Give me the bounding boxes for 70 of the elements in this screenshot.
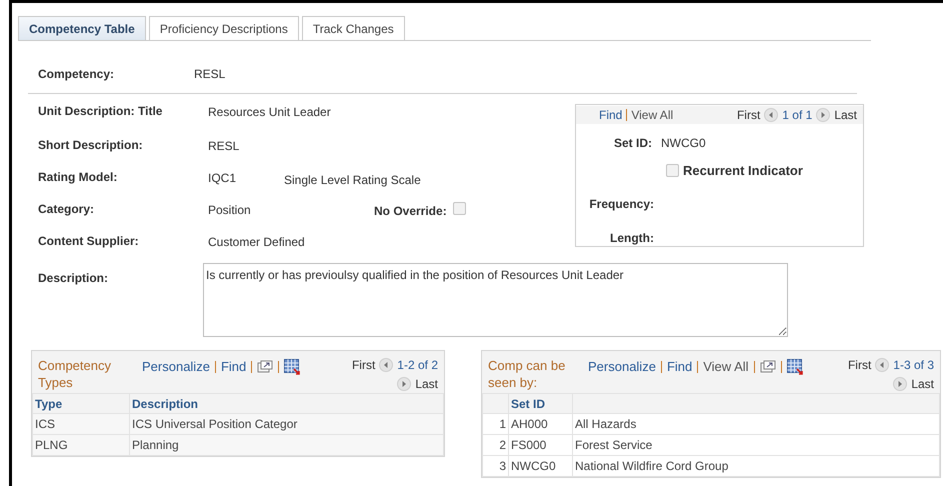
view-all-link[interactable]: View All	[631, 106, 674, 124]
field-label: Content Supplier:	[38, 234, 140, 250]
field-label: Short Description:	[38, 138, 144, 154]
find-link[interactable]: Find	[666, 357, 692, 376]
checkbox[interactable]	[452, 202, 466, 215]
personalize-link[interactable]: Personalize	[588, 357, 656, 376]
field-value: NWCG0	[661, 135, 706, 152]
table-cell: AH000	[511, 417, 548, 431]
field-value: RESL	[194, 66, 226, 83]
next-icon[interactable]	[893, 377, 908, 391]
field-label: Rating Model:	[38, 170, 118, 186]
table-cell: FS000	[511, 438, 546, 452]
tab[interactable]: Track Changes	[302, 16, 405, 40]
field-value: RESL	[208, 138, 240, 154]
tab[interactable]: Competency Table	[18, 16, 146, 40]
table-cell: All Hazards	[575, 417, 636, 431]
next-icon[interactable]	[397, 377, 412, 391]
field-label: Competency:	[38, 66, 116, 83]
field-label: Description:	[38, 270, 110, 287]
grid-title: Comp can be seen by:	[488, 357, 566, 391]
pager-count: 1-3 of 3	[893, 357, 934, 373]
previous-icon[interactable]	[764, 108, 778, 122]
field-value: Customer Defined	[208, 234, 306, 250]
table-cell: National Wildfire Cord Group	[575, 459, 728, 473]
download-grid-icon[interactable]	[786, 358, 804, 375]
tab[interactable]: Proficiency Descriptions	[148, 16, 299, 40]
field-label: Set ID:	[612, 135, 652, 152]
field-label: Category:	[38, 202, 96, 218]
pager-label: Last	[834, 107, 857, 124]
table-cell: 2	[499, 438, 506, 452]
table-cell: Forest Service	[575, 438, 652, 452]
table-cell: PLNG	[35, 438, 68, 452]
pager-label: Last	[911, 376, 934, 392]
table-cell: Planning	[132, 438, 179, 452]
table-cell: 3	[499, 459, 506, 473]
personalize-link[interactable]: Personalize	[142, 357, 210, 376]
pager-label: First	[736, 107, 760, 124]
pager-count: 1-2 of 2	[397, 357, 438, 373]
find-link[interactable]: Find	[599, 106, 622, 124]
column-header: Set ID	[511, 396, 546, 410]
column-header: Description	[132, 396, 198, 410]
new-window-icon[interactable]	[760, 360, 776, 374]
pager-label: First	[848, 357, 872, 373]
find-link[interactable]: Find	[220, 357, 246, 376]
grid-title: Competency Types	[38, 357, 112, 391]
checkbox-label: No Override:	[374, 203, 447, 220]
table-cell: 1	[499, 417, 506, 431]
checkbox-label: Recurrent Indicator	[683, 162, 803, 180]
field-value: Position	[208, 202, 252, 218]
checkbox[interactable]	[666, 164, 679, 178]
new-window-icon[interactable]	[257, 360, 274, 374]
pager-label: Last	[415, 376, 438, 392]
description-field[interactable]: Is currently or has previoulsy qualified in the position of Resources Unit Leader	[203, 263, 788, 337]
field-label: Unit Description: Title	[38, 104, 164, 120]
pager-count: 1 of 1	[782, 107, 812, 124]
field-value: Single Level Rating Scale	[284, 172, 421, 189]
column-header: Type	[35, 396, 62, 410]
field-value: Resources Unit Leader	[208, 104, 332, 120]
download-grid-icon[interactable]	[284, 358, 302, 375]
previous-icon[interactable]	[379, 358, 394, 372]
field-label: Length:	[609, 230, 654, 246]
field-value: IQC1	[208, 170, 238, 186]
field-label: Frequency:	[588, 196, 654, 212]
table-cell: ICS	[35, 417, 56, 431]
pager-label: First	[352, 357, 376, 373]
view-all-link[interactable]: View All	[703, 357, 749, 376]
next-icon[interactable]	[816, 108, 830, 122]
table-cell: ICS Universal Position Categor	[132, 417, 298, 431]
previous-icon[interactable]	[875, 358, 890, 372]
table-cell: NWCG0	[511, 459, 556, 473]
